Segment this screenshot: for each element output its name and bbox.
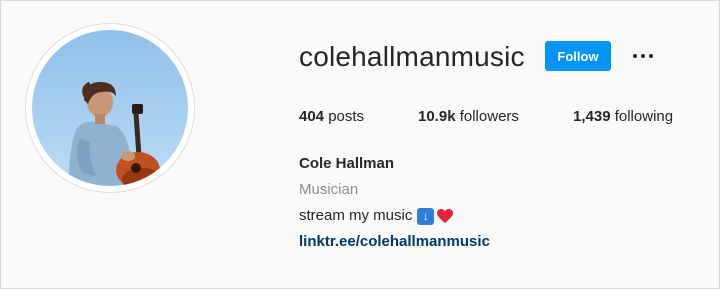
more-horizontal-icon bbox=[633, 54, 637, 58]
profile-photo bbox=[32, 30, 188, 186]
more-horizontal-icon bbox=[641, 54, 645, 58]
following-stat[interactable]: 1,439 following bbox=[573, 107, 673, 127]
bio-external-link[interactable]: linktr.ee/colehallmanmusic bbox=[299, 232, 490, 252]
bio-text: stream my music bbox=[299, 207, 413, 224]
profile-full-name: Cole Hallman bbox=[299, 155, 395, 172]
down-arrow-icon: ↓ bbox=[417, 207, 435, 225]
username: colehallmanmusic bbox=[299, 41, 525, 72]
followers-stat[interactable]: 10.9k followers bbox=[418, 107, 519, 127]
more-horizontal-icon bbox=[649, 54, 653, 58]
followers-count: 10.9k bbox=[418, 108, 456, 125]
profile-category: Musician bbox=[299, 181, 359, 198]
red-heart-icon bbox=[437, 209, 454, 223]
following-label: following bbox=[614, 108, 674, 125]
posts-stat: 404 posts bbox=[299, 107, 364, 127]
avatar[interactable] bbox=[32, 30, 188, 186]
avatar-ring[interactable] bbox=[25, 23, 195, 193]
profile-header: colehallmanmusic Follow 404 posts 10.9k … bbox=[0, 0, 720, 289]
followers-label: followers bbox=[459, 108, 519, 125]
bio-text-line: stream my music ↓ bbox=[299, 206, 454, 226]
more-options-button[interactable] bbox=[629, 44, 657, 68]
following-count: 1,439 bbox=[573, 108, 611, 125]
posts-count: 404 bbox=[299, 108, 325, 125]
posts-label: posts bbox=[328, 108, 365, 125]
follow-button[interactable]: Follow bbox=[545, 41, 611, 71]
